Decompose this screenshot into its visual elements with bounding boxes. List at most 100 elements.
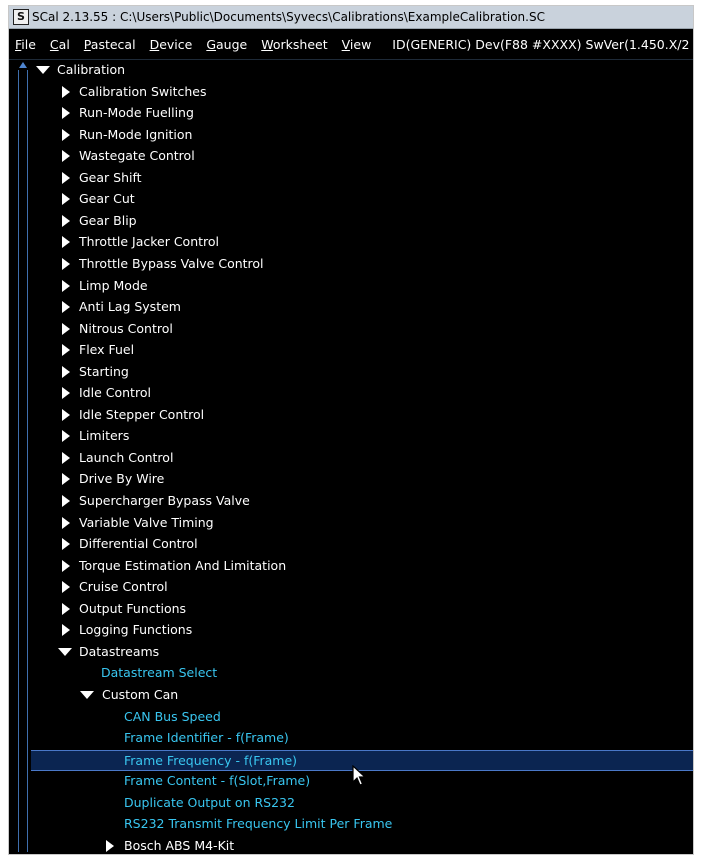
tree-root-calibration[interactable]: Calibration <box>9 60 693 81</box>
tree-leaf-item[interactable]: Frame Identifier - f(Frame) <box>9 728 693 749</box>
tree-leaf-item[interactable]: RS232 Transmit Frequency Limit Per Frame <box>9 814 693 835</box>
tree-item-label: Frame Frequency - f(Frame) <box>124 752 298 768</box>
expand-arrow-icon[interactable] <box>62 322 70 335</box>
tree-group-item[interactable]: Throttle Bypass Valve Control <box>9 254 693 275</box>
tree-group-item[interactable]: Drive By Wire <box>9 469 693 490</box>
expand-arrow-icon[interactable] <box>62 624 70 637</box>
expand-arrow-icon[interactable] <box>62 387 70 400</box>
expand-arrow-icon[interactable] <box>62 301 70 314</box>
tree-group-item[interactable]: Gear Cut <box>9 189 693 210</box>
tree-group-item[interactable]: Limp Mode <box>9 276 693 297</box>
menu-hotkey: V <box>341 36 350 52</box>
expand-arrow-icon[interactable] <box>62 538 70 551</box>
tree-item-label: Custom Can <box>102 686 179 702</box>
tree-group-item[interactable]: Idle Control <box>9 383 693 404</box>
tree-group-item[interactable]: Limiters <box>9 426 693 447</box>
tree-group-item[interactable]: Run-Mode Ignition <box>9 125 693 146</box>
expand-arrow-icon[interactable] <box>62 150 70 163</box>
expand-arrow-icon[interactable] <box>62 602 70 615</box>
menu-pastecal[interactable]: Pastecal <box>77 37 143 52</box>
menu-view[interactable]: View <box>335 37 379 52</box>
tree-item-label: Anti Lag System <box>79 299 181 315</box>
window-title: SCal 2.13.55 : C:\Users\Public\Documents… <box>32 10 545 24</box>
tree-item-label: Limp Mode <box>79 277 148 293</box>
tree-group-custom-can[interactable]: Custom Can <box>9 685 693 706</box>
expand-arrow-icon[interactable] <box>62 85 70 98</box>
collapse-arrow-icon[interactable] <box>80 690 94 699</box>
tree-group-item[interactable]: Launch Control <box>9 448 693 469</box>
tree-group-item[interactable]: Variable Valve Timing <box>9 513 693 534</box>
menu-label: astecal <box>90 36 136 52</box>
expand-arrow-icon[interactable] <box>62 581 70 594</box>
tree-group-item[interactable]: Logging Functions <box>9 620 693 641</box>
collapse-arrow-icon[interactable] <box>36 66 50 74</box>
menu-device[interactable]: Device <box>143 37 200 52</box>
expand-arrow-icon[interactable] <box>62 279 70 292</box>
tree-item-label: Logging Functions <box>79 622 193 638</box>
tree-group-item[interactable]: Cruise Control <box>9 577 693 598</box>
tree-group-item[interactable]: Calibration Switches <box>9 82 693 103</box>
tree-item-label: Idle Control <box>79 385 151 401</box>
tree-group-item[interactable]: Idle Stepper Control <box>9 405 693 426</box>
expand-arrow-icon[interactable] <box>62 365 70 378</box>
tree-group-item[interactable]: Gear Blip <box>9 211 693 232</box>
tree-item-label: Throttle Jacker Control <box>79 234 220 250</box>
expand-arrow-icon[interactable] <box>62 171 70 184</box>
expand-arrow-icon[interactable] <box>62 257 70 270</box>
menu-cal[interactable]: Cal <box>43 37 77 52</box>
device-info-readout: ID(GENERIC) Dev(F88 #XXXX) SwVer(1.450.X… <box>392 36 690 52</box>
tree-item-label: Throttle Bypass Valve Control <box>79 255 264 271</box>
tree-item-label: Run-Mode Ignition <box>79 126 193 142</box>
tree-group-item[interactable]: Supercharger Bypass Valve <box>9 491 693 512</box>
tree-leaf-item[interactable]: Frame Content - f(Slot,Frame) <box>9 771 693 792</box>
expand-arrow-icon[interactable] <box>62 559 70 572</box>
tree-item-label: Wastegate Control <box>79 148 195 164</box>
menu-file[interactable]: File <box>9 37 43 52</box>
menu-label: iew <box>349 36 372 52</box>
tree-group-item[interactable]: Torque Estimation And Limitation <box>9 556 693 577</box>
expand-arrow-icon[interactable] <box>62 107 70 120</box>
expand-arrow-icon[interactable] <box>62 516 70 529</box>
tree-item-label: Calibration <box>57 62 126 77</box>
expand-arrow-icon[interactable] <box>62 408 70 421</box>
menu-hotkey: C <box>49 36 59 52</box>
menu-gauge[interactable]: Gauge <box>199 37 254 52</box>
tree-group-datastreams[interactable]: Datastreams <box>9 642 693 663</box>
tree-item-label: Bosch ABS M4-Kit <box>124 837 235 853</box>
menu-worksheet[interactable]: Worksheet <box>254 37 334 52</box>
expand-arrow-icon[interactable] <box>62 451 70 464</box>
tree-group-item[interactable]: Nitrous Control <box>9 319 693 340</box>
expand-arrow-icon[interactable] <box>62 344 70 357</box>
tree-leaf-item[interactable]: Duplicate Output on RS232 <box>9 793 693 814</box>
tree-item-label: Supercharger Bypass Valve <box>79 493 250 508</box>
tree-group-item[interactable]: Wastegate Control <box>9 146 693 167</box>
expand-arrow-icon[interactable] <box>62 430 70 443</box>
expand-arrow-icon[interactable] <box>62 214 70 227</box>
tree-group-item[interactable]: Differential Control <box>9 534 693 555</box>
tree-leaf-datastream-select[interactable]: Datastream Select <box>9 663 693 684</box>
expand-arrow-icon[interactable] <box>106 839 114 852</box>
menu-label: ile <box>21 36 36 52</box>
expand-arrow-icon[interactable] <box>62 193 70 206</box>
expand-arrow-icon[interactable] <box>62 495 70 507</box>
tree-group-item[interactable]: Output Functions <box>9 599 693 620</box>
tree-item-label: Frame Identifier - f(Frame) <box>124 730 289 746</box>
tree-leaf-item[interactable]: CAN Bus Speed <box>9 707 693 728</box>
expand-arrow-icon[interactable] <box>62 128 70 141</box>
tree-group-item[interactable]: Throttle Jacker Control <box>9 232 693 253</box>
tree-group-item[interactable]: Flex Fuel <box>9 340 693 361</box>
tree-item-label: Run-Mode Fuelling <box>79 105 194 121</box>
tree-group-item[interactable]: Anti Lag System <box>9 297 693 318</box>
tree-group-item[interactable]: Gear Shift <box>9 168 693 189</box>
tree-item-label: Gear Blip <box>79 212 137 228</box>
collapse-arrow-icon[interactable] <box>58 647 72 656</box>
menu-label: auge <box>216 36 248 52</box>
expand-arrow-icon[interactable] <box>62 473 70 486</box>
tree-item-label: Calibration Switches <box>79 83 207 99</box>
tree-group-item[interactable]: Run-Mode Fuelling <box>9 103 693 124</box>
menu-label: orksheet <box>272 36 328 52</box>
expand-arrow-icon[interactable] <box>62 236 70 249</box>
tree-item-label: Starting <box>79 363 129 379</box>
tree-group-bosch-abs[interactable]: Bosch ABS M4-Kit <box>9 836 693 854</box>
tree-group-item[interactable]: Starting <box>9 362 693 383</box>
